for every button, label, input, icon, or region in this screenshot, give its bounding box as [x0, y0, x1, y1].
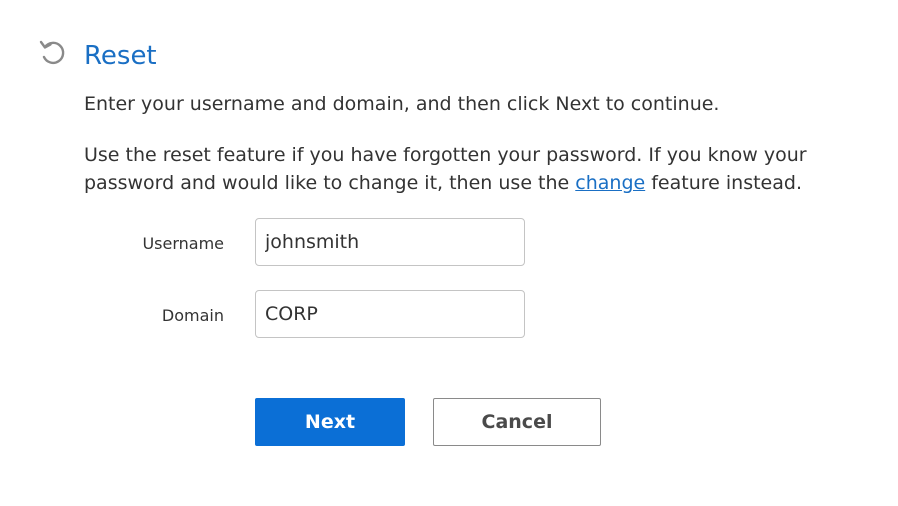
help-text-end: feature instead.: [645, 172, 802, 194]
domain-input[interactable]: [255, 290, 525, 338]
domain-label: Domain: [161, 306, 224, 325]
username-label: Username: [142, 234, 224, 253]
help-text: Use the reset feature if you have forgot…: [84, 141, 864, 197]
intro-text: Enter your username and domain, and then…: [84, 93, 720, 115]
reset-icon: [38, 38, 68, 68]
page-title: Reset: [84, 41, 157, 71]
username-input[interactable]: [255, 218, 525, 266]
reset-page: Reset Enter your username and domain, an…: [0, 0, 898, 506]
cancel-button[interactable]: Cancel: [433, 398, 601, 446]
change-link[interactable]: change: [575, 172, 645, 194]
next-button[interactable]: Next: [255, 398, 405, 446]
